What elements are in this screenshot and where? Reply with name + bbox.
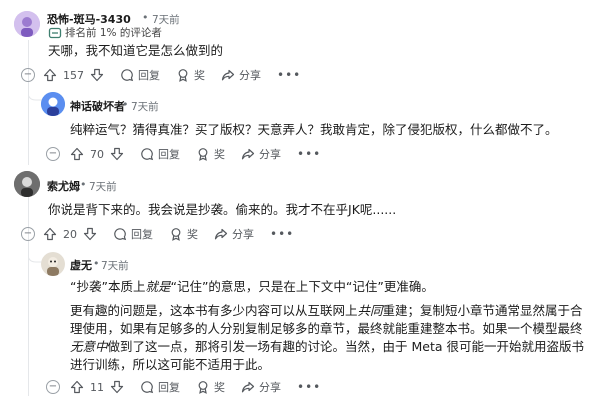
downvote-icon[interactable]: [110, 380, 124, 394]
more-options-icon[interactable]: •••: [297, 147, 321, 161]
timestamp: 7天前: [101, 260, 129, 272]
separator-dot: •: [122, 98, 129, 111]
share-icon: [214, 228, 228, 240]
downvote-icon[interactable]: [110, 147, 124, 161]
separator-dot: •: [80, 178, 87, 191]
downvote-icon[interactable]: [83, 227, 97, 241]
username[interactable]: 神话破坏者: [70, 98, 125, 114]
more-options-icon[interactable]: •••: [270, 227, 294, 241]
comment-actions: − 157 回复 奖 分享 •••: [21, 65, 301, 85]
comment-actions: − 11 回复 奖 分享 •••: [46, 377, 321, 397]
thread-line: [28, 40, 29, 165]
separator-dot: •: [142, 11, 149, 24]
vote-count: 70: [90, 147, 104, 161]
award-icon: [198, 148, 208, 161]
comment-text: 更有趣的问题是，这本书有多少内容可以从互联网上共同重建；复制短小章节通常显然属于…: [70, 303, 585, 372]
avatar[interactable]: [41, 92, 65, 116]
share-icon: [241, 148, 255, 160]
comment-icon: [141, 381, 154, 394]
award-button[interactable]: 奖: [196, 379, 225, 395]
comment-text: 纯粹运气？猜得真准？买了版权？天意弄人？我敢肯定，除了侵犯版权，什么都做不了。: [70, 122, 558, 137]
more-options-icon[interactable]: •••: [297, 380, 321, 394]
award-icon: [178, 69, 188, 82]
upvote-icon[interactable]: [70, 380, 84, 394]
comment-text: 你说是背下来的。我会说是抄袭。偷来的。我才不在乎JK呢......: [48, 202, 397, 217]
username[interactable]: 索尤姆: [47, 178, 80, 194]
share-button[interactable]: 分享: [214, 226, 254, 242]
share-button[interactable]: 分享: [241, 146, 281, 162]
vote-count: 157: [63, 68, 84, 82]
timestamp: 7天前: [131, 101, 159, 113]
avatar[interactable]: [41, 252, 65, 276]
badge-icon: [48, 27, 62, 38]
award-button[interactable]: 奖: [169, 226, 198, 242]
separator-dot: •: [93, 257, 100, 270]
timestamp: 7天前: [89, 181, 117, 193]
comment-actions: − 70 回复 奖 分享 •••: [46, 144, 321, 164]
upvote-icon[interactable]: [43, 227, 57, 241]
avatar[interactable]: [14, 171, 40, 197]
vote-count: 11: [90, 380, 104, 394]
collapse-icon[interactable]: −: [21, 227, 35, 241]
thread-connector: [28, 246, 42, 263]
reply-button[interactable]: 回复: [140, 379, 180, 395]
emphasis: 就是: [145, 279, 171, 294]
collapse-icon[interactable]: −: [46, 147, 60, 161]
reply-button[interactable]: 回复: [120, 67, 160, 83]
comment-icon: [121, 69, 134, 82]
rank-badge: 排名前 1% 的评论者: [48, 25, 162, 40]
thread-connector: [28, 86, 42, 101]
upvote-icon[interactable]: [70, 147, 84, 161]
collapse-icon[interactable]: −: [46, 380, 60, 394]
comment-icon: [114, 228, 127, 241]
share-button[interactable]: 分享: [221, 67, 261, 83]
downvote-icon[interactable]: [90, 68, 104, 82]
collapse-icon[interactable]: −: [21, 68, 35, 82]
badge-label: 排名前 1% 的评论者: [65, 27, 162, 39]
award-icon: [171, 228, 181, 241]
share-icon: [221, 69, 235, 81]
comment-text: “抄袭”本质上就是“记住”的意思，只是在上下文中“记住”更准确。: [70, 279, 434, 294]
comment-actions: − 20 回复 奖 分享 •••: [21, 224, 294, 244]
avatar[interactable]: [14, 11, 40, 37]
username[interactable]: 虚无: [70, 257, 92, 273]
emphasis: 共同: [357, 303, 383, 318]
share-button[interactable]: 分享: [241, 379, 281, 395]
award-icon: [198, 381, 208, 394]
emphasis: 无意中: [70, 339, 108, 354]
more-options-icon[interactable]: •••: [277, 68, 301, 82]
reply-button[interactable]: 回复: [113, 226, 153, 242]
upvote-icon[interactable]: [43, 68, 57, 82]
reply-button[interactable]: 回复: [140, 146, 180, 162]
award-button[interactable]: 奖: [196, 146, 225, 162]
award-button[interactable]: 奖: [176, 67, 205, 83]
vote-count: 20: [63, 227, 77, 241]
comment-icon: [141, 148, 154, 161]
comment-text: 天哪，我不知道它是怎么做到的: [48, 43, 224, 58]
share-icon: [241, 381, 255, 393]
